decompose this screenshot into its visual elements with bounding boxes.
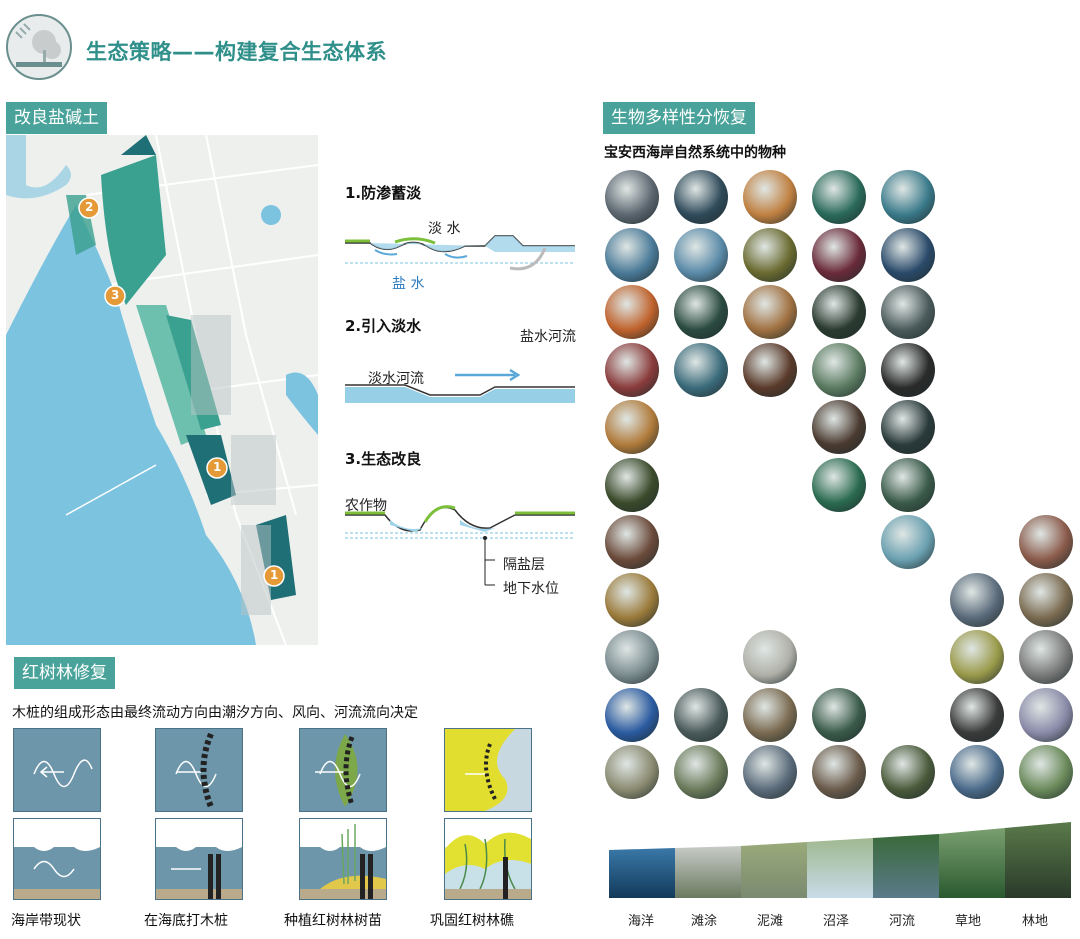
species-photo	[950, 687, 1004, 742]
species-photo	[881, 285, 935, 339]
species-photo	[743, 285, 797, 339]
mangrove-top-2	[155, 728, 243, 812]
species-photo	[1019, 745, 1073, 799]
species-photo	[881, 457, 935, 512]
strategy-title-1: 1.防渗蓄淡	[345, 184, 422, 202]
mangrove-step-label: 巩固红树林礁	[430, 913, 514, 929]
section-tag-soil: 改良盐碱土	[6, 102, 107, 134]
species-photo	[812, 687, 866, 742]
tree-icon	[4, 12, 74, 82]
species-photo	[743, 687, 797, 742]
habitat-label: 沼泽	[823, 914, 850, 929]
species-title: 宝安西海岸自然系统中的物种	[604, 145, 786, 161]
species-photo	[605, 227, 659, 282]
label-fresh-river: 淡水河流	[368, 371, 424, 387]
species-photo	[743, 630, 797, 684]
strategy-title-3: 3.生态改良	[345, 450, 422, 468]
species-photo	[605, 572, 659, 627]
label-salt-water: 盐 水	[392, 276, 425, 292]
species-photo	[812, 342, 866, 397]
species-photo	[881, 400, 935, 454]
mangrove-top-3	[299, 728, 387, 812]
species-photo	[674, 687, 728, 742]
mangrove-step-label: 海岸带现状	[11, 913, 81, 929]
species-photo	[605, 457, 659, 512]
species-photo	[950, 572, 1004, 627]
species-photo	[881, 170, 935, 224]
species-photo	[1019, 630, 1073, 684]
mangrove-bottom-2	[155, 818, 243, 900]
mangrove-description: 木桩的组成形态由最终流动方向由潮汐方向、风向、河流流向决定	[12, 705, 418, 721]
species-photo	[674, 170, 728, 224]
mangrove-step-label: 在海底打木桩	[144, 913, 228, 929]
site-map: 2 3 1 1	[6, 135, 318, 645]
species-photo	[1019, 687, 1073, 742]
habitat-label: 泥滩	[757, 914, 784, 929]
species-photo	[605, 342, 659, 397]
habitat-label: 河流	[889, 914, 916, 929]
species-photo	[605, 170, 659, 224]
species-photo	[743, 170, 797, 224]
species-photo	[743, 227, 797, 282]
species-photo	[605, 745, 659, 799]
page-title: 生态策略——构建复合生态体系	[86, 40, 387, 64]
species-photo	[674, 342, 728, 397]
label-fresh-water: 淡 水	[428, 221, 461, 237]
mangrove-step-label: 种植红树林树苗	[284, 913, 382, 929]
species-photo	[812, 170, 866, 224]
map-marker: 1	[206, 457, 228, 483]
species-photo	[605, 687, 659, 742]
species-photo	[605, 515, 659, 569]
label-crops: 农作物	[345, 498, 387, 514]
species-photo	[605, 630, 659, 684]
species-photo	[881, 745, 935, 799]
label-salt-river: 盐水河流	[520, 329, 576, 345]
species-photo	[812, 227, 866, 282]
species-photo	[674, 285, 728, 339]
species-photo	[950, 630, 1004, 684]
map-marker: 2	[78, 197, 100, 223]
habitat-label: 草地	[955, 914, 982, 929]
species-photo	[812, 400, 866, 454]
species-photo	[812, 457, 866, 512]
mangrove-top-4	[444, 728, 532, 812]
species-grid	[605, 170, 1075, 810]
mangrove-bottom-4	[444, 818, 532, 900]
map-marker: 1	[263, 565, 285, 591]
species-photo	[1019, 515, 1073, 569]
mangrove-top-1	[13, 728, 101, 812]
strategy-title-2: 2.引入淡水	[345, 317, 422, 335]
habitat-strip	[609, 818, 1071, 900]
species-photo	[881, 342, 935, 397]
species-photo	[812, 285, 866, 339]
species-photo	[743, 745, 797, 799]
section-tag-biodiversity: 生物多样性分恢复	[603, 102, 755, 134]
species-photo	[605, 285, 659, 339]
label-groundwater: 地下水位	[503, 581, 559, 597]
label-salt-barrier: 隔盐层	[503, 557, 545, 573]
species-photo	[881, 515, 935, 569]
map-marker: 3	[104, 285, 126, 311]
habitat-label: 滩涂	[691, 914, 718, 929]
species-photo	[881, 227, 935, 282]
species-photo	[674, 227, 728, 282]
species-photo	[743, 342, 797, 397]
species-photo	[950, 745, 1004, 799]
mangrove-bottom-3	[299, 818, 387, 900]
section-tag-mangrove: 红树林修复	[14, 657, 115, 689]
habitat-label: 海洋	[628, 914, 655, 929]
species-photo	[605, 400, 659, 454]
species-photo	[674, 745, 728, 799]
species-photo	[812, 745, 866, 799]
mangrove-bottom-1	[13, 818, 101, 900]
species-photo	[1019, 572, 1073, 627]
habitat-label: 林地	[1022, 914, 1049, 929]
